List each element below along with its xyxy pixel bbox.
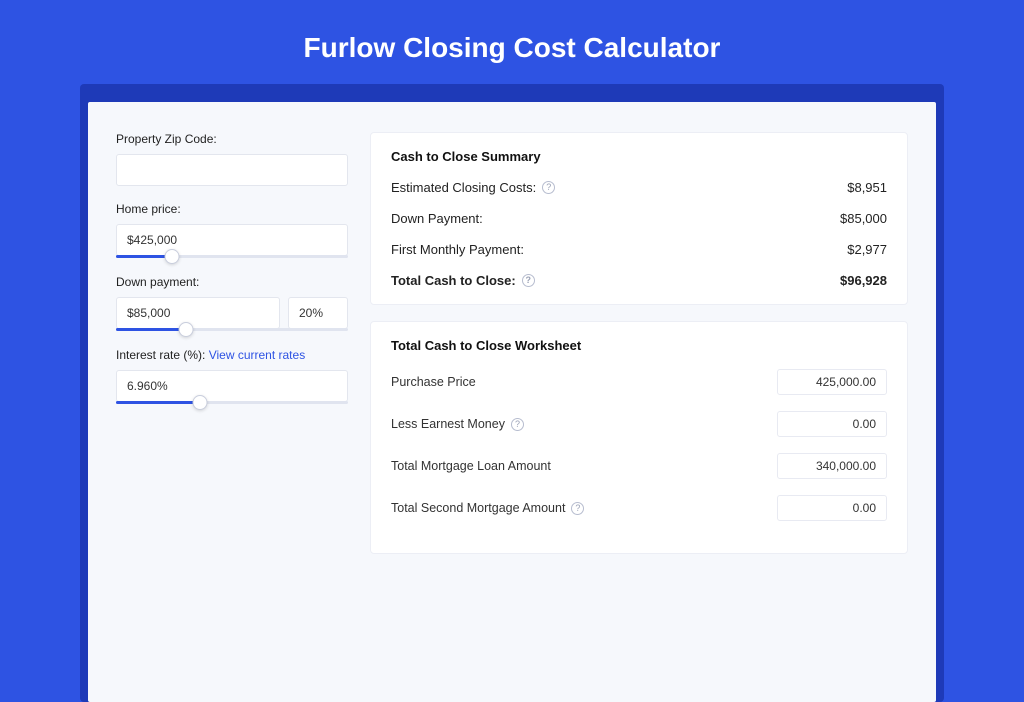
slider-fill: [116, 328, 186, 331]
summary-row-value: $96,928: [840, 273, 887, 288]
slider-thumb[interactable]: [192, 395, 207, 410]
zip-input[interactable]: [116, 154, 348, 186]
worksheet-title: Total Cash to Close Worksheet: [391, 338, 887, 353]
worksheet-card: Total Cash to Close Worksheet Purchase P…: [370, 321, 908, 554]
summary-row-value: $85,000: [840, 211, 887, 226]
down-payment-label: Down payment:: [116, 275, 348, 289]
down-payment-input[interactable]: [116, 297, 280, 329]
results-panel: Cash to Close Summary Estimated Closing …: [370, 132, 936, 702]
interest-field: Interest rate (%): View current rates: [116, 348, 348, 405]
calculator-app: Property Zip Code: Home price: Down paym…: [88, 102, 936, 702]
help-icon[interactable]: ?: [522, 274, 535, 287]
worksheet-row: Total Second Mortgage Amount ? 0.00: [391, 495, 887, 521]
down-payment-pct-input[interactable]: [288, 297, 348, 329]
interest-slider[interactable]: [116, 401, 348, 405]
interest-label-text: Interest rate (%):: [116, 348, 209, 362]
home-price-input[interactable]: [116, 224, 348, 256]
summary-title: Cash to Close Summary: [391, 149, 887, 164]
summary-row-label: Estimated Closing Costs: ?: [391, 180, 555, 195]
summary-row: Total Cash to Close: ? $96,928: [391, 273, 887, 288]
worksheet-row: Less Earnest Money ? 0.00: [391, 411, 887, 437]
worksheet-row-label: Less Earnest Money ?: [391, 417, 524, 431]
help-icon[interactable]: ?: [542, 181, 555, 194]
worksheet-row-value[interactable]: 0.00: [777, 411, 887, 437]
slider-fill: [116, 401, 200, 404]
help-icon[interactable]: ?: [511, 418, 524, 431]
interest-label: Interest rate (%): View current rates: [116, 348, 348, 362]
inputs-panel: Property Zip Code: Home price: Down paym…: [88, 132, 348, 702]
summary-row-value: $8,951: [847, 180, 887, 195]
home-price-field: Home price:: [116, 202, 348, 259]
worksheet-row-value[interactable]: 425,000.00: [777, 369, 887, 395]
worksheet-row-value[interactable]: 340,000.00: [777, 453, 887, 479]
page-title: Furlow Closing Cost Calculator: [0, 0, 1024, 84]
interest-input[interactable]: [116, 370, 348, 402]
home-price-label: Home price:: [116, 202, 348, 216]
worksheet-row: Purchase Price 425,000.00: [391, 369, 887, 395]
zip-label: Property Zip Code:: [116, 132, 348, 146]
worksheet-row-label: Purchase Price: [391, 375, 476, 389]
slider-thumb[interactable]: [164, 249, 179, 264]
summary-row: Estimated Closing Costs: ? $8,951: [391, 180, 887, 195]
summary-card: Cash to Close Summary Estimated Closing …: [370, 132, 908, 305]
summary-row: First Monthly Payment: $2,977: [391, 242, 887, 257]
slider-thumb[interactable]: [178, 322, 193, 337]
calculator-container: Property Zip Code: Home price: Down paym…: [80, 84, 944, 702]
worksheet-row: Total Mortgage Loan Amount 340,000.00: [391, 453, 887, 479]
zip-field: Property Zip Code:: [116, 132, 348, 186]
summary-row-label: First Monthly Payment:: [391, 242, 524, 257]
worksheet-row-label: Total Mortgage Loan Amount: [391, 459, 551, 473]
summary-row-value: $2,977: [847, 242, 887, 257]
down-payment-slider[interactable]: [116, 328, 348, 332]
view-rates-link[interactable]: View current rates: [209, 348, 306, 362]
worksheet-row-value[interactable]: 0.00: [777, 495, 887, 521]
worksheet-row-label: Total Second Mortgage Amount ?: [391, 501, 584, 515]
home-price-slider[interactable]: [116, 255, 348, 259]
help-icon[interactable]: ?: [571, 502, 584, 515]
summary-row: Down Payment: $85,000: [391, 211, 887, 226]
down-payment-field: Down payment:: [116, 275, 348, 332]
summary-row-label: Down Payment:: [391, 211, 483, 226]
summary-row-label: Total Cash to Close: ?: [391, 273, 535, 288]
